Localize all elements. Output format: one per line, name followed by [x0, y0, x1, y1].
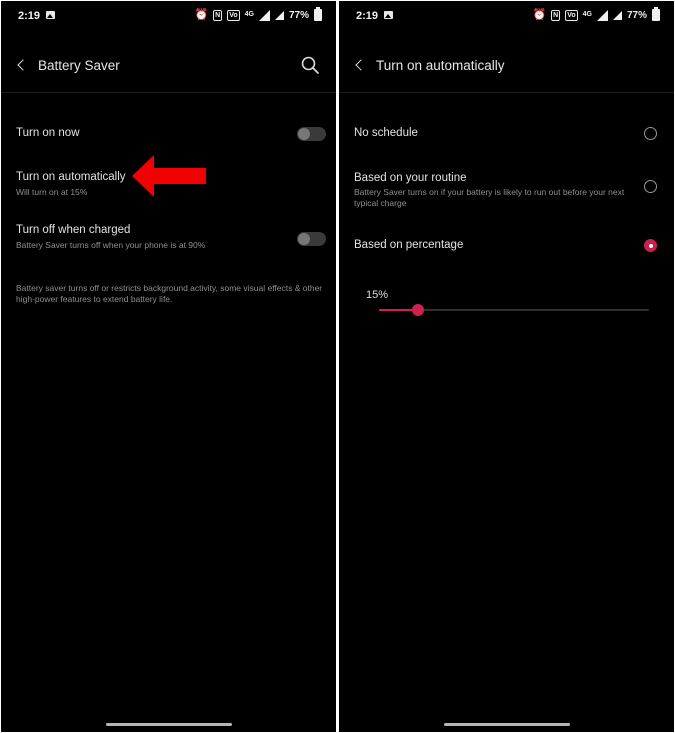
gallery-notification-icon — [384, 11, 393, 19]
status-bar: 2:19 ⏰ N Vo 4G 77% — [1, 1, 336, 31]
nfc-icon: N — [551, 9, 561, 21]
turn-on-automatically-label: Turn on automatically — [16, 171, 126, 183]
page-title: Turn on automatically — [376, 58, 505, 73]
divider — [1, 92, 336, 93]
turn-off-when-charged-label: Turn off when charged — [16, 224, 131, 236]
network-type-icon: 4G — [244, 11, 254, 18]
option-based-on-routine[interactable]: Based on your routine Battery Saver turn… — [339, 167, 674, 213]
turn-off-when-charged-toggle[interactable] — [297, 232, 326, 246]
option-no-schedule[interactable]: No schedule — [339, 121, 674, 151]
turn-on-automatically-screen: 2:19 ⏰ N Vo 4G 77% Turn on automatically… — [339, 1, 674, 732]
status-time: 2:19 — [356, 10, 379, 22]
back-arrow-icon[interactable] — [15, 56, 29, 74]
battery-icon — [314, 7, 322, 21]
slider-thumb[interactable] — [411, 304, 424, 316]
option-summary: Battery Saver turns on if your battery i… — [354, 187, 625, 208]
option-label: Based on your routine — [354, 172, 467, 184]
red-arrow-annotation-icon — [132, 155, 206, 197]
radio-button-no-schedule[interactable] — [644, 127, 657, 140]
signal-icon — [258, 9, 270, 21]
network-type-icon: 4G — [582, 11, 592, 18]
toggle-knob — [298, 233, 310, 245]
status-time: 2:19 — [18, 10, 41, 22]
turn-on-now-row[interactable]: Turn on now — [1, 111, 336, 155]
volte-icon: Vo — [565, 9, 578, 21]
turn-on-automatically-summary: Will turn on at 15% — [16, 187, 88, 197]
divider — [339, 92, 674, 93]
search-icon[interactable] — [300, 55, 320, 75]
battery-saver-footnote: Battery saver turns off or restricts bac… — [16, 283, 323, 304]
radio-button-based-on-percentage[interactable] — [644, 239, 657, 252]
turn-off-when-charged-row[interactable]: Turn off when charged Battery Saver turn… — [1, 219, 336, 259]
status-bar: 2:19 ⏰ N Vo 4G 77% — [339, 1, 674, 31]
battery-percent: 77% — [288, 9, 309, 21]
gesture-nav-handle[interactable] — [105, 723, 232, 726]
page-title: Battery Saver — [38, 58, 120, 73]
percentage-slider[interactable] — [379, 301, 649, 319]
alarm-icon: ⏰ — [194, 9, 209, 21]
battery-icon — [652, 7, 660, 21]
alarm-icon: ⏰ — [532, 9, 547, 21]
signal-icon-2 — [274, 10, 284, 20]
toggle-knob — [298, 128, 310, 140]
signal-icon — [596, 9, 608, 21]
slider-value-label: 15% — [366, 289, 389, 301]
gesture-nav-handle[interactable] — [443, 723, 570, 726]
volte-icon: Vo — [227, 9, 240, 21]
turn-off-when-charged-summary: Battery Saver turns off when your phone … — [16, 240, 206, 250]
gallery-notification-icon — [46, 11, 55, 19]
app-bar: Turn on automatically — [339, 47, 674, 83]
option-label: No schedule — [354, 127, 418, 139]
battery-percent: 77% — [626, 9, 647, 21]
app-bar: Battery Saver — [1, 47, 336, 83]
turn-on-now-toggle[interactable] — [297, 127, 326, 141]
battery-saver-screen: 2:19 ⏰ N Vo 4G 77% Battery Saver Turn on… — [1, 1, 336, 732]
nfc-icon: N — [213, 9, 223, 21]
back-arrow-icon[interactable] — [353, 56, 367, 74]
turn-on-now-label: Turn on now — [16, 127, 80, 139]
option-label: Based on percentage — [354, 239, 464, 251]
option-based-on-percentage[interactable]: Based on percentage — [339, 233, 674, 263]
radio-button-based-on-routine[interactable] — [644, 180, 657, 193]
signal-icon-2 — [612, 10, 622, 20]
